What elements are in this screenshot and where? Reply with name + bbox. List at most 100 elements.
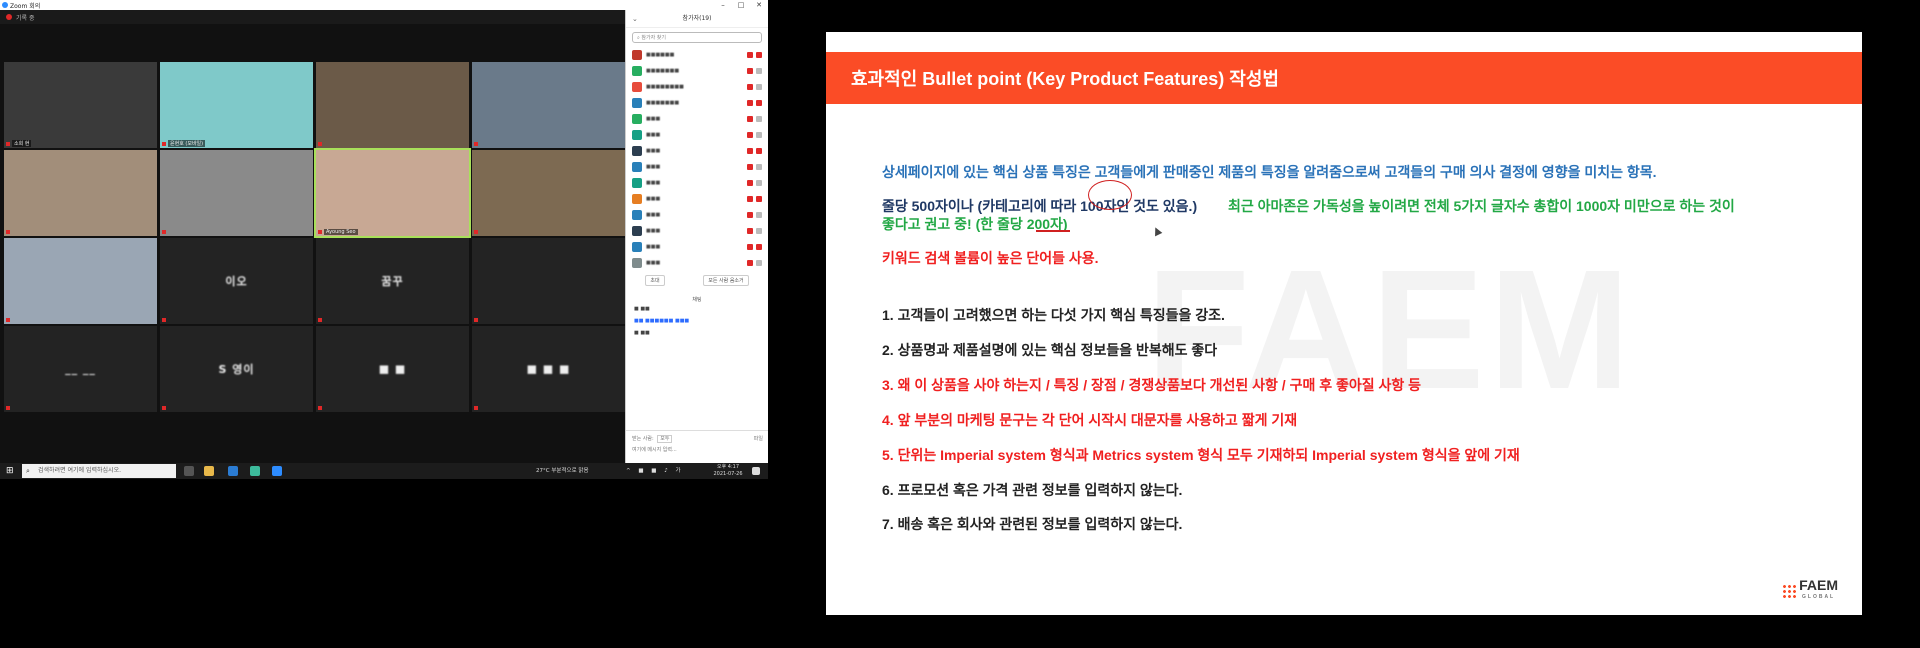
mic-muted-icon [747,164,753,170]
participant-video-tile[interactable] [4,150,157,236]
bullet-point-2: 2. 상품명과 제품설명에 있는 핵심 정보들을 반복해도 좋다 [882,342,1218,358]
mic-muted-icon [747,180,753,186]
participant-avatar [632,50,642,60]
taskbar-search-input[interactable]: ⌕ 검색하려면 여기에 입력하십시오. [22,464,176,478]
participant-row[interactable]: ■■■ [626,191,768,207]
participant-row[interactable]: ■■■■■■■■ [626,79,768,95]
participant-row[interactable]: ■■■ [626,239,768,255]
windows-start-icon[interactable]: ⊞ [6,466,16,476]
participant-name: ■■■ [646,164,661,170]
muted-mic-icon [162,318,166,322]
annotation-circle [1088,180,1132,210]
camera-icon [756,196,762,202]
participant-name: ■■■ [646,116,661,122]
muted-mic-icon [6,230,10,234]
participant-name: ■■■ [646,132,661,138]
recording-indicator[interactable]: 기록 중 [0,10,625,24]
participant-row[interactable]: ■■■ [626,207,768,223]
participant-video-tile[interactable]: Ayoung Seo [314,148,471,238]
windows-taskbar: ⊞ ⌕ 검색하려면 여기에 입력하십시오. 27°C 부분적으로 맑음 ^ ■ … [0,463,768,479]
minimize-icon[interactable]: – [714,0,732,10]
muted-mic-icon [162,142,166,146]
participant-avatar [632,210,642,220]
participant-row[interactable]: ■■■ [626,223,768,239]
system-tray-icons[interactable]: ^ ■ ■ ♪ 가 [626,463,684,479]
participant-row[interactable]: ■■■ [626,255,768,271]
taskbar-search-placeholder: 검색하려면 여기에 입력하십시오. [38,467,122,474]
muted-mic-icon [318,142,322,146]
muted-mic-icon [6,318,10,322]
participant-video-tile[interactable]: ■ ■ ■ [472,326,625,412]
participant-video-tile[interactable]: ■ ■ [316,326,469,412]
participant-row[interactable]: ■■■■■■■ [626,63,768,79]
participant-video-tile[interactable] [4,238,157,324]
chat-input[interactable]: 여기에 메시지 입력... [632,446,763,453]
logo-subtext: GLOBAL [1802,594,1836,600]
notification-icon[interactable] [752,467,760,475]
participant-display-name: __ __ [65,362,96,376]
bullet-point-5: 5. 단위는 Imperial system 형식과 Metrics syste… [882,447,1520,463]
invite-button[interactable]: 초대 [645,275,665,286]
participant-row[interactable]: ■■■ [626,175,768,191]
participant-name: ■■■ [646,260,661,266]
weather-widget[interactable]: 27°C 부분적으로 맑음 [536,463,589,479]
participant-row[interactable]: ■■■ [626,127,768,143]
taskbar-clock[interactable]: 오후 4:17 2021-07-26 [709,464,747,478]
participant-display-name: ■ ■ [378,362,407,376]
participants-title: 참가자(19) [682,15,712,22]
chat-file-button[interactable]: 파일 [754,435,763,442]
collapse-panel-icon[interactable]: ⌄ [632,10,638,28]
participant-name: ■■■ [646,196,661,202]
chat-message: ■ ■■ [634,306,650,312]
participant-row[interactable]: ■■■ [626,143,768,159]
participant-search-input[interactable]: ⌕ 참가자 찾기 [632,32,762,43]
close-icon[interactable]: ✕ [750,0,768,10]
participant-row[interactable]: ■■■■■■■ [626,95,768,111]
faem-logo: FAEM GLOBAL [1782,578,1838,603]
muted-mic-icon [318,230,322,234]
participant-video-tile[interactable] [316,62,469,148]
search-placeholder: 참가자 찾기 [641,35,666,41]
participant-display-name: 꿈꾸 [381,275,404,288]
chat-recipient-select[interactable]: 모두 [657,435,673,443]
muted-mic-icon [474,318,478,322]
window-title-bar: Zoom 회의 – □ ✕ [0,0,768,10]
participant-avatar [632,130,642,140]
mic-muted-icon [747,228,753,234]
participant-video-tile[interactable]: 이오 [160,238,313,324]
mic-muted-icon [747,196,753,202]
participant-video-tile[interactable] [472,238,625,324]
participant-name: ■■■ [646,244,661,250]
participant-row[interactable]: ■■■ [626,159,768,175]
participant-video-tile[interactable]: 꿈꾸 [316,238,469,324]
participant-avatar [632,258,642,268]
file-explorer-icon[interactable] [204,466,214,476]
participant-video-tile[interactable] [160,150,313,236]
mic-muted-icon [747,68,753,74]
participant-display-name: 이오 [225,275,248,288]
participant-video-tile[interactable]: __ __ [4,326,157,412]
participant-name-label: 소희 현 [12,140,32,147]
participant-row[interactable]: ■■■■■■ [626,47,768,63]
participant-row[interactable]: ■■■ [626,111,768,127]
line2-part2: 최근 아마존은 가독성을 높이려면 전체 5가지 글자수 총합이 1000자 미… [1228,198,1735,214]
participant-avatar [632,98,642,108]
participant-video-tile[interactable]: 윤현호 (모바일) [160,62,313,148]
zoom-taskbar-icon[interactable] [272,466,282,476]
edge-icon[interactable] [228,466,238,476]
chat-to-label: 받는 사람: [632,436,654,442]
maximize-icon[interactable]: □ [732,0,750,10]
mute-all-button[interactable]: 모든 사람 음소거 [703,275,749,286]
participant-name: ■■■ [646,180,661,186]
task-view-icon[interactable] [184,466,194,476]
edge-browser-icon[interactable] [250,466,260,476]
participant-video-tile[interactable]: S 영이 [160,326,313,412]
line2-part1: 줄당 500자이나 (카테고리에 따라 100자인 것도 있음.) [882,198,1198,214]
participant-video-tile[interactable] [472,150,625,236]
participant-avatar [632,146,642,156]
participant-video-tile[interactable] [472,62,625,148]
participant-name: ■■■ [646,228,661,234]
participant-video-tile[interactable]: 소희 현 [4,62,157,148]
participant-avatar [632,194,642,204]
chat-input-area[interactable]: 받는 사람: 모두 파일 여기에 메시지 입력... [626,430,769,464]
